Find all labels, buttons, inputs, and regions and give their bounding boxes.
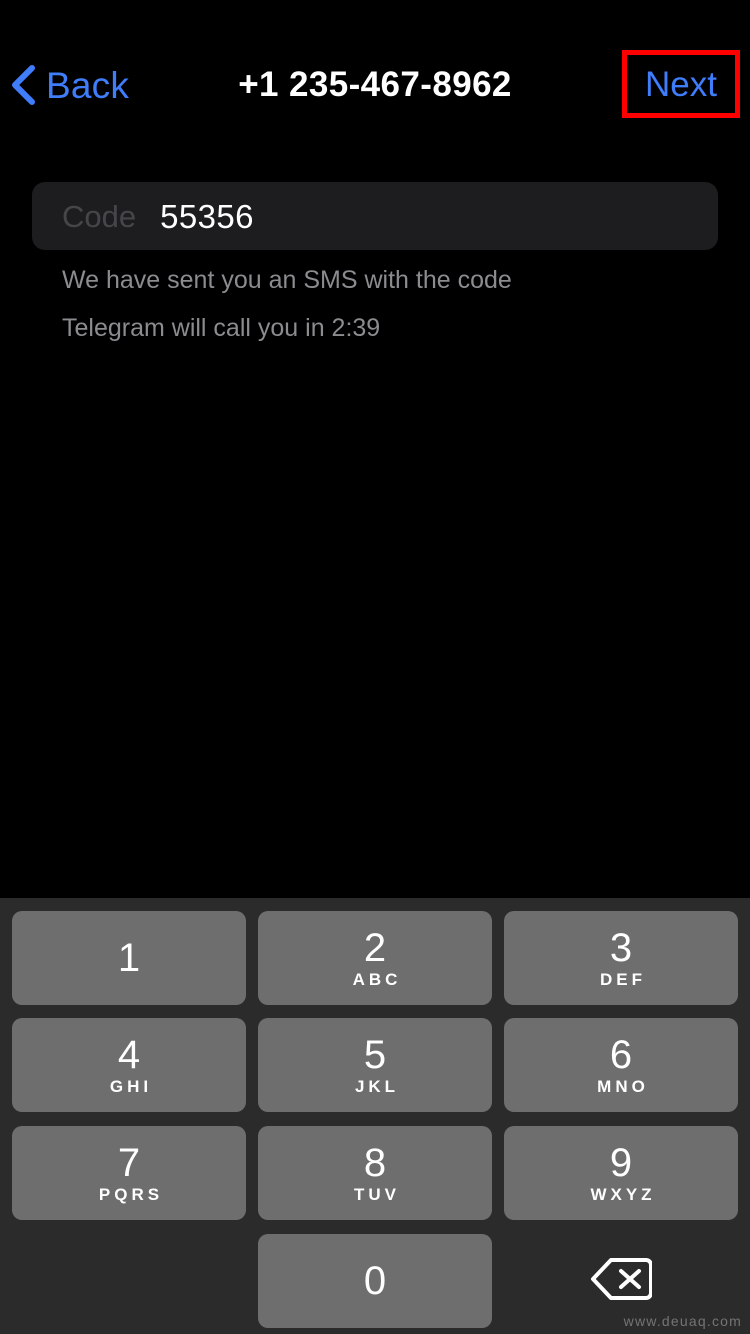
keypad-row: 7 PQRS 8 TUV 9 WXYZ	[0, 1126, 750, 1220]
key-letters: ABC	[349, 970, 402, 990]
key-digit: 7	[118, 1142, 140, 1184]
sms-helper-text: We have sent you an SMS with the code	[62, 268, 512, 293]
key-letters: WXYZ	[586, 1185, 655, 1205]
backspace-delete-icon	[590, 1257, 652, 1306]
key-letters: GHI	[106, 1077, 152, 1097]
key-digit: 3	[610, 927, 632, 969]
code-input[interactable]: Code 55356	[32, 182, 718, 250]
key-letters: JKL	[351, 1077, 399, 1097]
key-4[interactable]: 4 GHI	[12, 1018, 246, 1112]
key-letters: PQRS	[95, 1185, 163, 1205]
keypad-row: 1 2 ABC 3 DEF	[0, 911, 750, 1005]
key-digit: 2	[364, 927, 386, 969]
key-5[interactable]: 5 JKL	[258, 1018, 492, 1112]
navigation-bar: Back +1 235-467-8962 Next	[0, 0, 750, 168]
key-0[interactable]: 0	[258, 1234, 492, 1328]
keypad-spacer	[12, 1234, 246, 1328]
key-letters: MNO	[593, 1077, 649, 1097]
key-7[interactable]: 7 PQRS	[12, 1126, 246, 1220]
key-letters: DEF	[596, 970, 646, 990]
key-3[interactable]: 3 DEF	[504, 911, 738, 1005]
site-watermark: www.deuaq.com	[624, 1314, 742, 1328]
key-digit: 9	[610, 1142, 632, 1184]
key-digit: 0	[364, 1261, 386, 1301]
key-1[interactable]: 1	[12, 911, 246, 1005]
code-input-label: Code	[62, 201, 136, 232]
key-2[interactable]: 2 ABC	[258, 911, 492, 1005]
key-9[interactable]: 9 WXYZ	[504, 1126, 738, 1220]
key-digit: 5	[364, 1034, 386, 1076]
key-digit: 8	[364, 1142, 386, 1184]
key-digit: 1	[118, 937, 140, 979]
next-button[interactable]: Next	[622, 50, 740, 118]
key-digit: 6	[610, 1034, 632, 1076]
call-timer-text: Telegram will call you in 2:39	[62, 316, 380, 341]
keypad-row: 4 GHI 5 JKL 6 MNO	[0, 1018, 750, 1112]
key-6[interactable]: 6 MNO	[504, 1018, 738, 1112]
key-letters: TUV	[350, 1185, 400, 1205]
key-8[interactable]: 8 TUV	[258, 1126, 492, 1220]
code-input-value: 55356	[160, 200, 254, 233]
next-label: Next	[645, 67, 717, 102]
numeric-keypad: 1 2 ABC 3 DEF 4 GHI 5 JKL 6 MNO 7 PQRS	[0, 898, 750, 1334]
key-digit: 4	[118, 1034, 140, 1076]
